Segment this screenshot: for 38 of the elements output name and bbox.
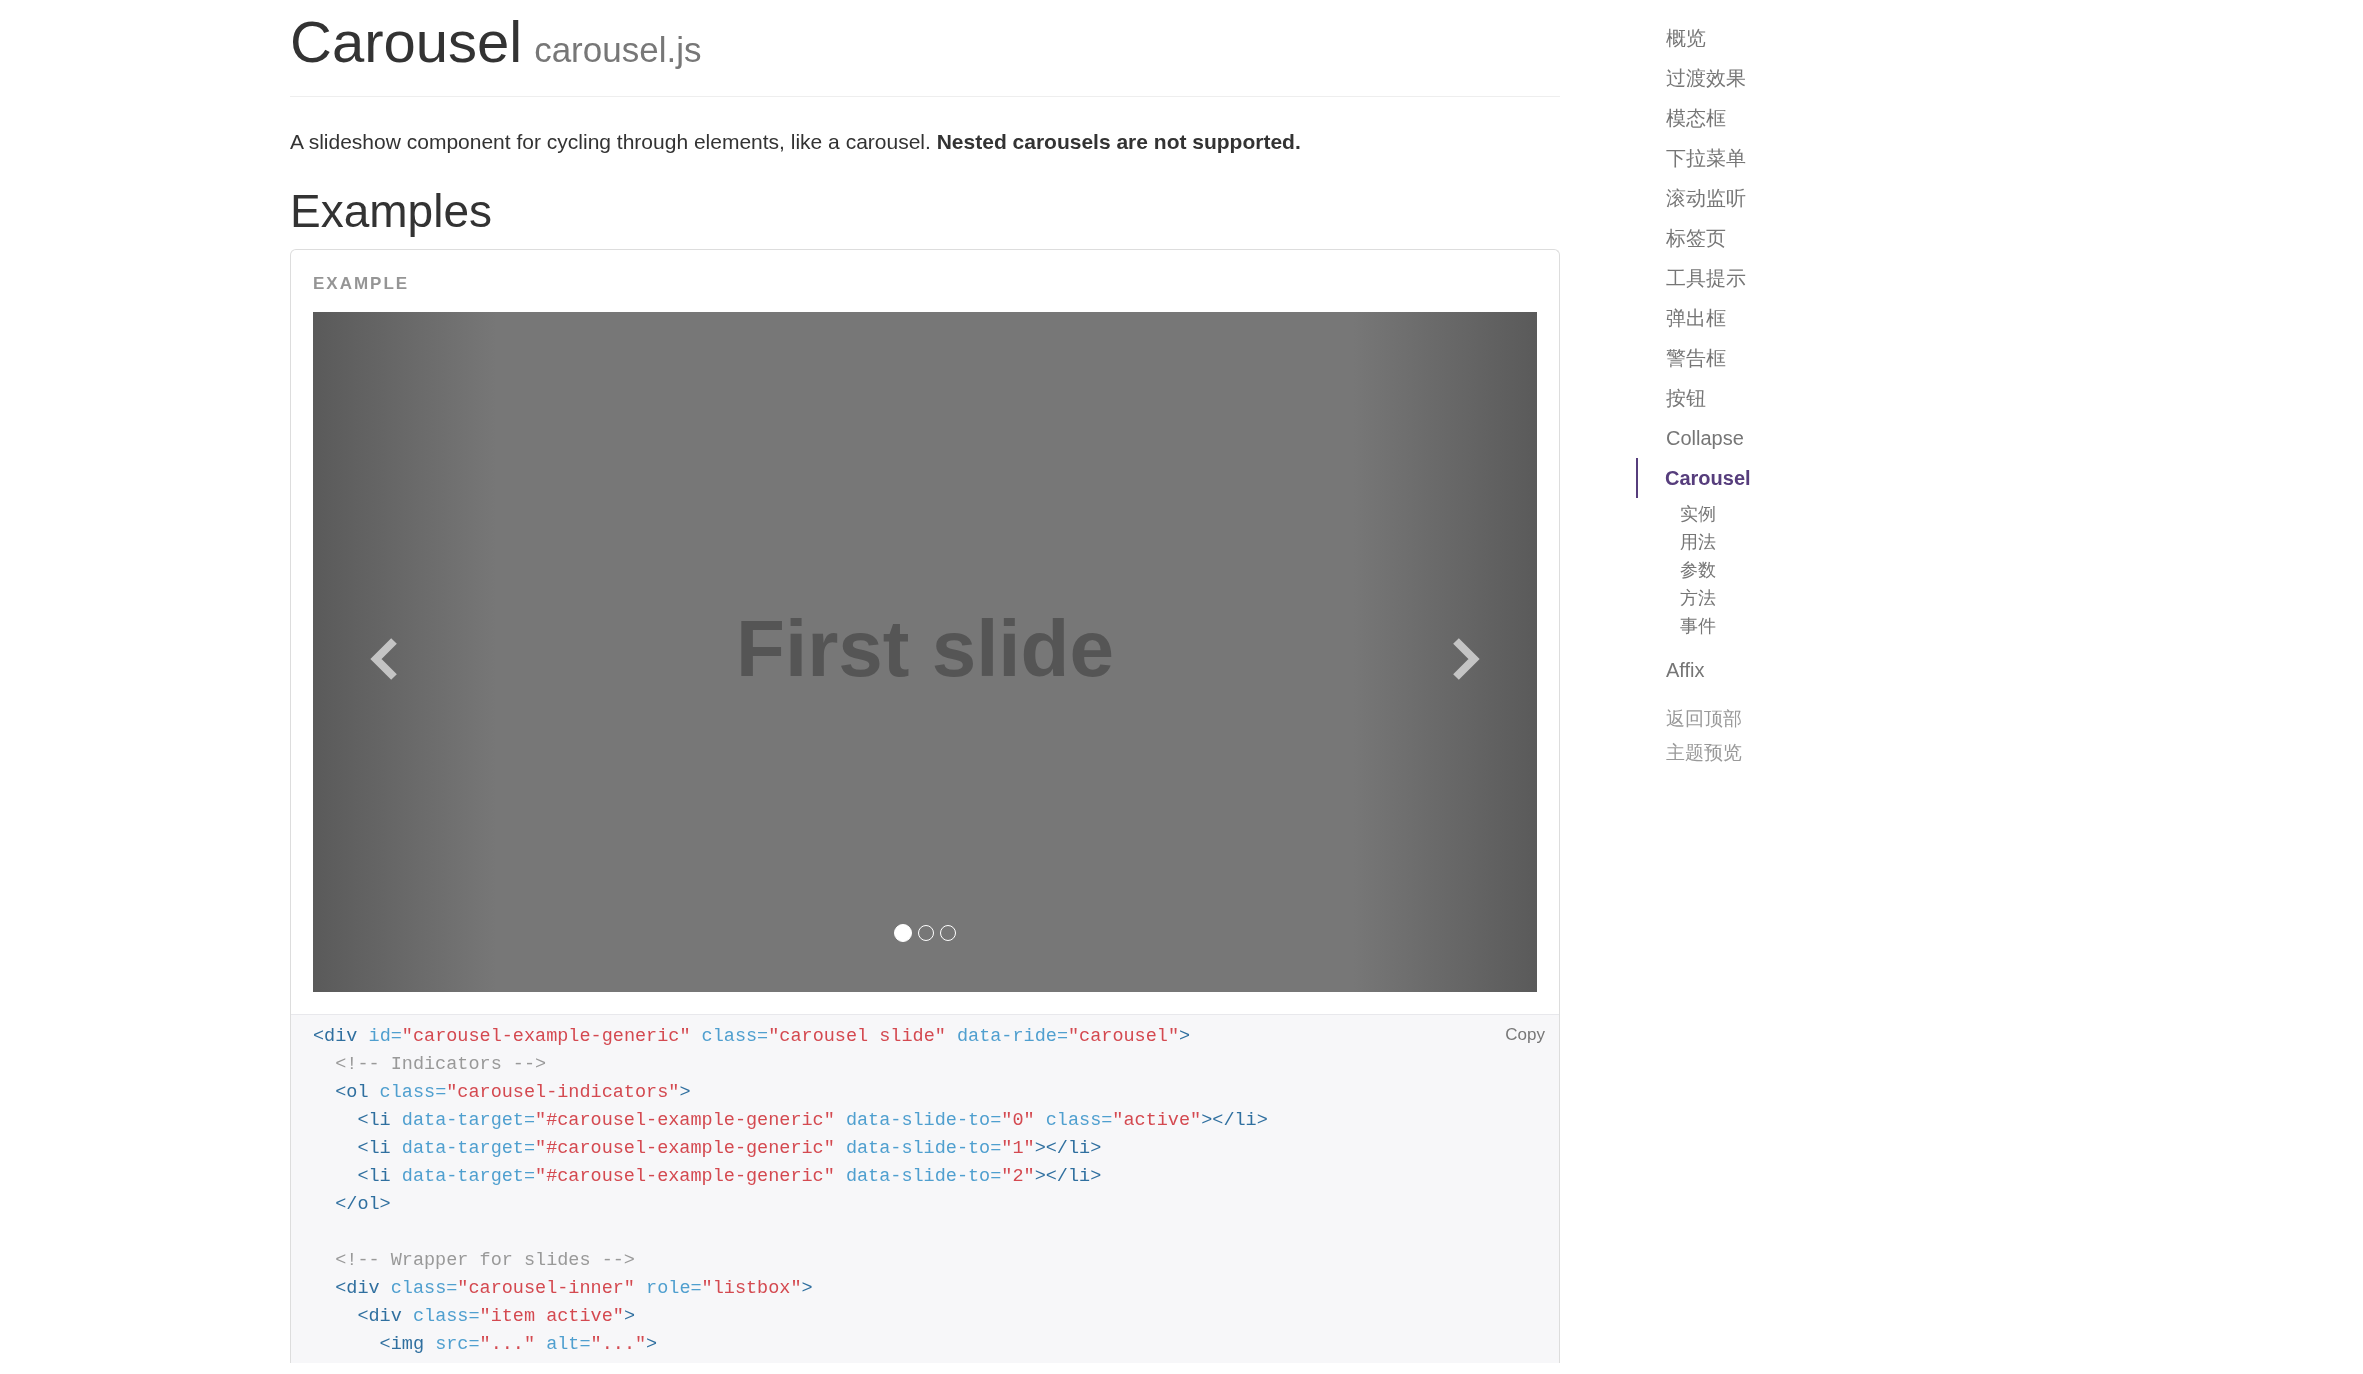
- sidebar-item[interactable]: 弹出框: [1636, 298, 1726, 338]
- sidebar-item[interactable]: Affix: [1636, 650, 1705, 690]
- code-line: <div class="item active">: [356, 1305, 635, 1329]
- sidebar-link[interactable]: 主题预览: [1638, 736, 1742, 770]
- sidebar-subitem[interactable]: 实例: [1636, 500, 1716, 528]
- sidebar-item[interactable]: 概览: [1636, 18, 1706, 58]
- sidebar-item[interactable]: 滚动监听: [1636, 178, 1746, 218]
- code-line: <!-- Indicators -->: [334, 1053, 547, 1077]
- sidebar-subitem[interactable]: 参数: [1636, 556, 1716, 584]
- lead-paragraph: A slideshow component for cycling through elements, like a carousel. Nested carousels are not supported.: [290, 129, 1302, 155]
- slide-indicator[interactable]: [894, 924, 912, 942]
- code-line: <div class="carousel-inner" role="listbox">: [334, 1277, 813, 1301]
- sidebar-item[interactable]: 过渡效果: [1636, 58, 1746, 98]
- sidebar-subitem[interactable]: 用法: [1636, 528, 1716, 556]
- code-line: <div id="carousel-example-generic" class="carousel slide" data-ride="carousel">: [313, 1025, 1191, 1049]
- sidebar-subitem[interactable]: 方法: [1636, 584, 1716, 612]
- sidebar-item[interactable]: 警告框: [1636, 338, 1726, 378]
- sidebar-item[interactable]: 模态框: [1636, 98, 1726, 138]
- code-line: <ol class="carousel-indicators">: [334, 1081, 691, 1105]
- sidebar-item[interactable]: 工具提示: [1636, 258, 1746, 298]
- code-line: <img src="..." alt="...">: [378, 1333, 658, 1357]
- sidebar-item[interactable]: Collapse: [1636, 418, 1744, 458]
- page-title: Carousel: [290, 9, 523, 74]
- code-line: <!-- Wrapper for slides -->: [334, 1249, 635, 1273]
- code-line: </ol>: [334, 1193, 391, 1217]
- sidebar-subitem[interactable]: 事件: [1636, 612, 1716, 640]
- sidebar-item[interactable]: 下拉菜单: [1636, 138, 1746, 178]
- sidebar-link[interactable]: 返回顶部: [1638, 702, 1742, 736]
- section-heading: Examples: [290, 184, 493, 239]
- code-line: <li data-target="#carousel-example-generic" data-slide-to="2"></li>: [356, 1165, 1102, 1189]
- sidebar-item[interactable]: 按钮: [1636, 378, 1706, 418]
- sidebar-item[interactable]: 标签页: [1636, 218, 1726, 258]
- code-line: <li data-target="#carousel-example-generic" data-slide-to="0" class="active"></li>: [356, 1109, 1268, 1133]
- page-subtitle: carousel.js: [534, 30, 702, 69]
- code-line: <li data-target="#carousel-example-generic" data-slide-to="1"></li>: [356, 1137, 1102, 1161]
- sidebar-item[interactable]: Carousel: [1636, 458, 1751, 498]
- example-label: EXAMPLE: [313, 274, 410, 294]
- copy-button[interactable]: Copy: [1501, 1021, 1549, 1049]
